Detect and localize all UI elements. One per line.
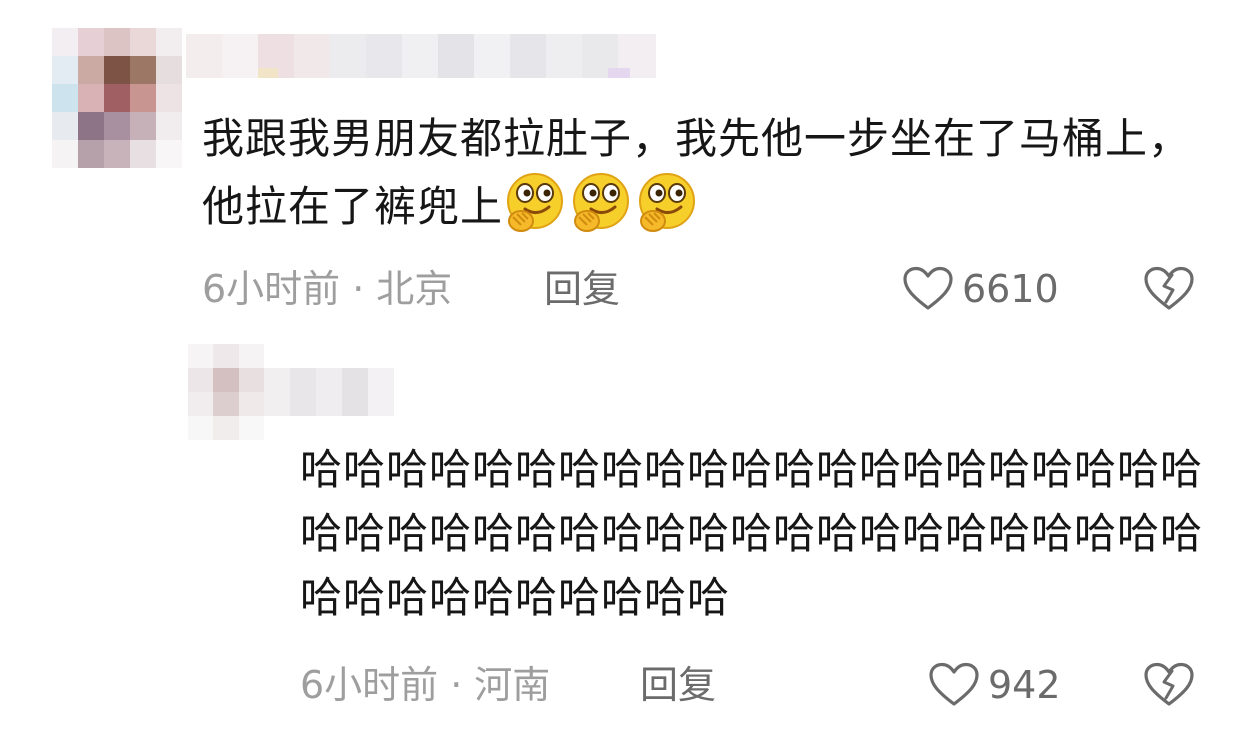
comment-meta: 6小时前 · 北京 <box>202 266 452 312</box>
broken-heart-icon[interactable] <box>1143 662 1195 708</box>
reply-button[interactable]: 回复 <box>640 662 716 708</box>
grinning-hand-over-mouth-icon <box>573 173 630 232</box>
username[interactable] <box>186 34 656 78</box>
meta-separator: · <box>352 267 365 311</box>
comment-meta: 6小时前 · 河南 <box>300 662 550 708</box>
broken-heart-icon[interactable] <box>1143 266 1195 312</box>
comment-location: 河南 <box>474 663 551 707</box>
reply-button[interactable]: 回复 <box>544 266 620 312</box>
like-button[interactable]: 942 <box>928 662 1061 708</box>
comment-text: 哈哈哈哈哈哈哈哈哈哈哈哈哈哈哈哈哈哈哈哈哈哈哈哈哈哈哈哈哈哈哈哈哈哈哈哈哈哈哈哈… <box>300 445 1204 622</box>
like-count: 942 <box>988 663 1061 707</box>
comment-location: 北京 <box>376 267 453 311</box>
comment-time: 6小时前 <box>300 663 439 707</box>
comment-time: 6小时前 <box>202 267 341 311</box>
avatar[interactable] <box>52 28 182 168</box>
username[interactable] <box>264 368 394 416</box>
comment-text: 我跟我男朋友都拉肚子，我先他一步坐在了马桶上，他拉在了裤兜上 <box>202 107 1212 239</box>
grinning-hand-over-mouth-icon <box>639 173 696 232</box>
heart-icon <box>929 662 979 706</box>
avatar[interactable] <box>188 344 264 440</box>
like-button[interactable]: 6610 <box>902 266 1059 312</box>
meta-separator: · <box>450 663 463 707</box>
grinning-hand-over-mouth-icon <box>507 173 564 232</box>
like-count: 6610 <box>962 267 1059 311</box>
heart-icon <box>903 266 953 310</box>
